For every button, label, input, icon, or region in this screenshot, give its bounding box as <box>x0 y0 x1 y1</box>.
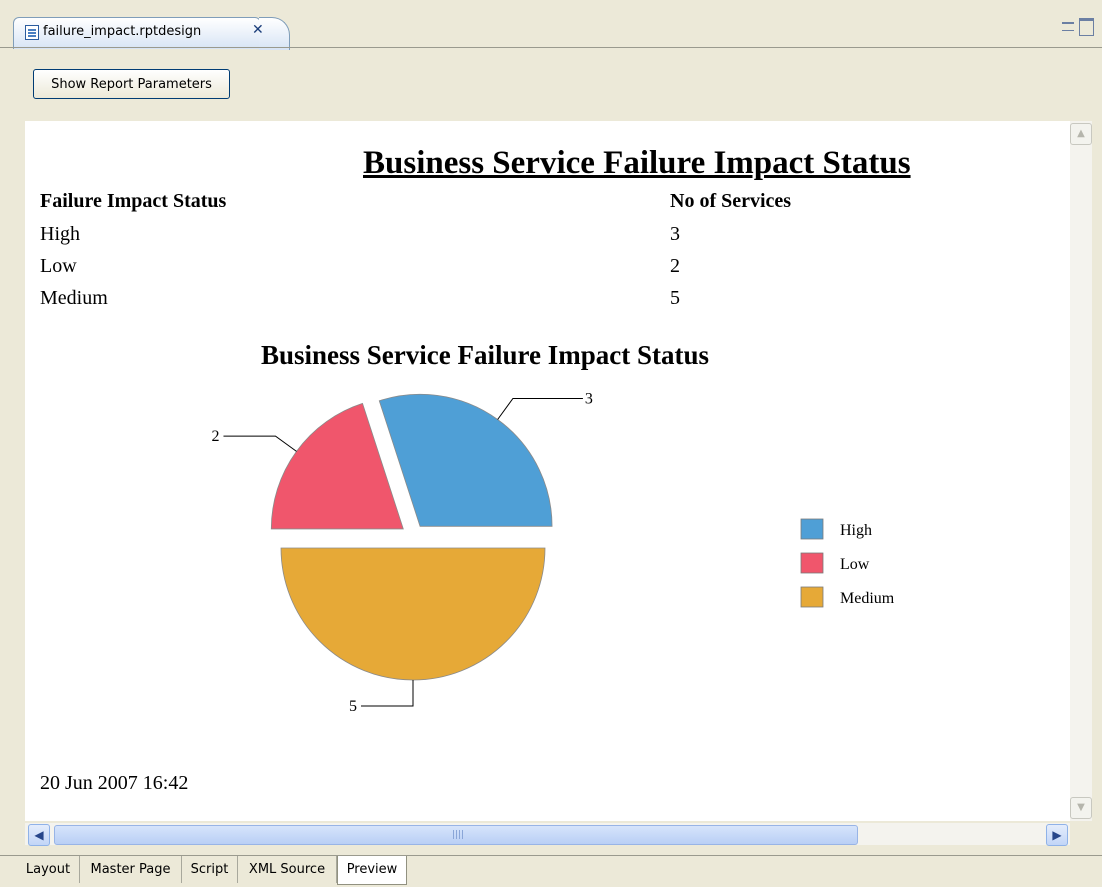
scroll-up-button[interactable]: ▲ <box>1070 123 1092 145</box>
legend-label: Medium <box>840 590 895 607</box>
vertical-scrollbar[interactable]: ▲ ▼ <box>1070 121 1092 821</box>
pie-slice-medium <box>280 547 546 681</box>
leader-line <box>223 435 297 452</box>
legend-swatch-medium <box>800 586 824 608</box>
tab-strip-divider <box>0 47 1102 48</box>
editor-tab[interactable]: failure_impact.rptdesign ✕ <box>13 17 290 50</box>
scroll-grip-icon <box>453 830 463 839</box>
editor-tab-strip: failure_impact.rptdesign ✕ <box>0 0 1102 50</box>
legend-swatch-high <box>800 518 824 540</box>
scroll-right-button[interactable]: ▶ <box>1046 824 1068 846</box>
legend-label: High <box>840 522 872 539</box>
pie-slice-high <box>378 393 553 527</box>
data-label: 5 <box>349 698 357 715</box>
editor-bottom-tabs: Layout Master Page Script XML Source Pre… <box>0 855 1102 887</box>
tab-script[interactable]: Script <box>182 856 238 883</box>
report-date: 20 Jun 2007 16:42 <box>40 772 189 794</box>
legend-swatch-low <box>800 552 824 574</box>
scroll-left-button[interactable]: ◀ <box>28 824 50 846</box>
scroll-down-button[interactable]: ▼ <box>1070 797 1092 819</box>
pie-chart: Business Service Failure Impact Status 3 2… <box>211 340 895 715</box>
minimize-icon[interactable] <box>1062 22 1074 31</box>
leader-line <box>361 680 414 707</box>
legend-label: Low <box>840 556 870 573</box>
data-label: 3 <box>585 390 593 407</box>
horizontal-scrollbar[interactable]: ◀ ▶ <box>25 823 1070 846</box>
pie-slice-low <box>270 402 404 530</box>
maximize-icon[interactable] <box>1079 18 1094 36</box>
show-report-parameters-button[interactable]: Show Report Parameters <box>33 69 230 99</box>
data-label: 2 <box>211 428 219 445</box>
tab-master-page[interactable]: Master Page <box>80 856 182 883</box>
tab-layout[interactable]: Layout <box>17 856 80 883</box>
report-file-icon <box>25 25 39 40</box>
close-icon[interactable]: ✕ <box>252 22 264 38</box>
chart-title: Business Service Failure Impact Status <box>261 340 709 370</box>
tab-xml-source[interactable]: XML Source <box>238 856 337 883</box>
report-preview: Business Service Failure Impact Status F… <box>25 121 1070 821</box>
horizontal-scroll-thumb[interactable] <box>54 825 858 845</box>
leader-line <box>497 397 583 420</box>
tab-preview[interactable]: Preview <box>337 856 407 885</box>
editor-tab-title: failure_impact.rptdesign <box>43 24 202 39</box>
